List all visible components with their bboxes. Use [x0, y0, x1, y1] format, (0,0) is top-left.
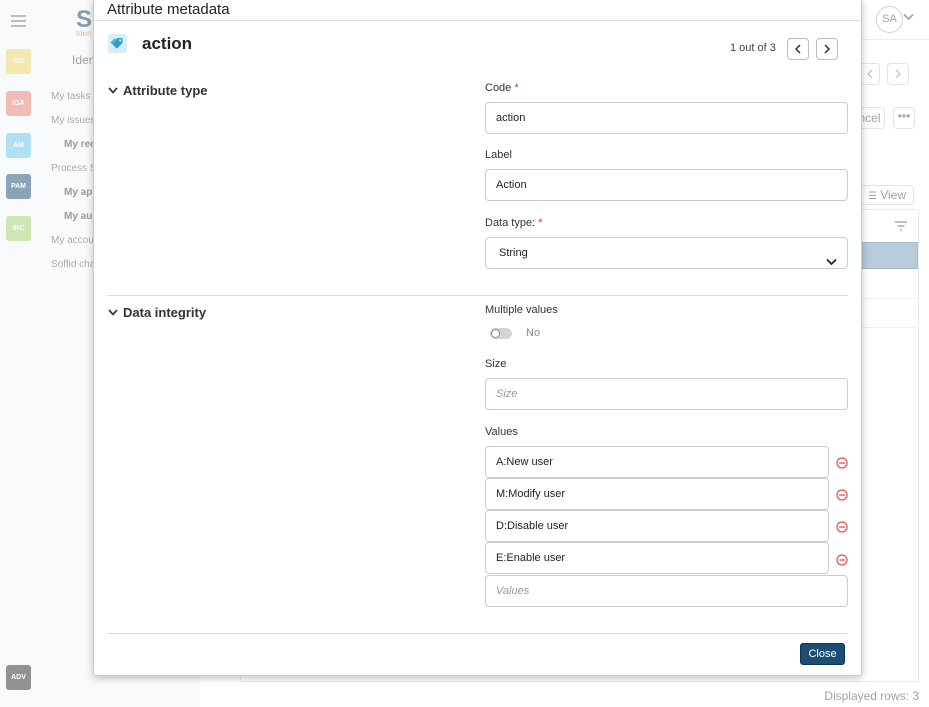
close-button[interactable]: Close [800, 643, 845, 665]
remove-circle-icon[interactable] [836, 520, 848, 533]
data-type-label-text: Data type: [485, 217, 536, 229]
required-mark: * [514, 82, 519, 94]
attribute-metadata-dialog: Attribute metadata action 1 out of 3 Att… [93, 0, 862, 676]
previous-record-button[interactable] [787, 38, 809, 60]
pager-text: 1 out of 3 [730, 42, 776, 54]
value-input[interactable]: M:Modify user [485, 478, 829, 510]
label-input[interactable]: Action [485, 169, 848, 201]
data-type-select[interactable]: String [485, 237, 848, 269]
data-type-label: Data type: * [485, 217, 542, 229]
required-mark: * [538, 217, 543, 229]
section-data-integrity[interactable]: Data integrity [108, 305, 206, 320]
value-input[interactable]: D:Disable user [485, 510, 829, 542]
record-title: action [142, 34, 193, 53]
remove-circle-icon[interactable] [836, 488, 848, 501]
chevron-left-icon [794, 44, 801, 54]
section-attribute-type[interactable]: Attribute type [108, 83, 208, 98]
chevron-down-icon [108, 309, 118, 316]
section-attribute-type-label: Attribute type [123, 83, 208, 98]
dialog-title: Attribute metadata [107, 1, 230, 18]
chevron-down-icon [108, 87, 118, 94]
footer-divider [107, 633, 848, 634]
code-label: Code * [485, 82, 519, 94]
section-divider [107, 295, 848, 296]
remove-circle-icon[interactable] [836, 456, 848, 469]
label-label: Label [485, 149, 512, 161]
size-label: Size [485, 358, 507, 370]
value-input[interactable]: E:Enable user [485, 542, 829, 574]
chevron-down-icon [826, 248, 837, 278]
title-divider [94, 20, 861, 21]
new-value-input[interactable]: Values [485, 575, 848, 607]
values-label: Values [485, 426, 518, 438]
value-input[interactable]: A:New user [485, 446, 829, 478]
code-input[interactable]: action [485, 102, 848, 134]
multiple-values-label: Multiple values [485, 304, 558, 316]
next-record-button[interactable] [816, 38, 838, 60]
tag-icon [108, 34, 127, 53]
multiple-values-toggle[interactable] [490, 328, 512, 339]
data-type-value: String [499, 247, 528, 259]
multiple-values-state: No [526, 327, 541, 339]
code-label-text: Code [485, 82, 512, 94]
toggle-knob [491, 329, 500, 338]
size-input[interactable]: Size [485, 378, 848, 410]
chevron-right-icon [824, 44, 831, 54]
section-data-integrity-label: Data integrity [123, 305, 207, 320]
remove-circle-icon[interactable] [836, 553, 848, 566]
